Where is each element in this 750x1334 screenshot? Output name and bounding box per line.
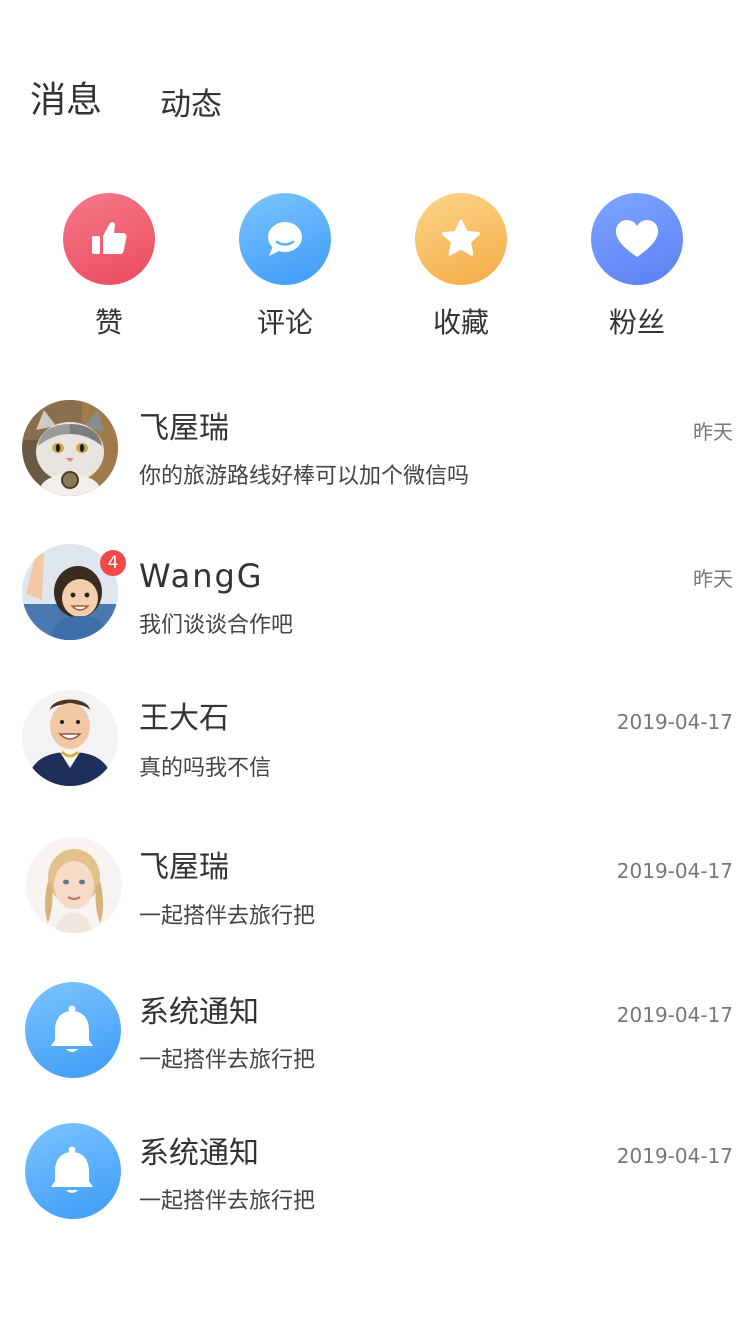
thumbs-up-icon	[92, 221, 127, 254]
conversation-row[interactable]: 飞屋瑞 2019-04-17 一起搭伴去旅行把	[0, 837, 750, 957]
quick-entry-comments[interactable]: 评论	[215, 190, 355, 350]
girl-avatar	[26, 837, 122, 933]
conversation-row[interactable]: 飞屋瑞 昨天 你的旅游路线好棒可以加个微信吗	[0, 400, 750, 520]
cat-avatar	[22, 400, 118, 496]
favorites-icon-circle	[415, 193, 507, 285]
conversation-time: 昨天	[693, 420, 733, 444]
comments-label: 评论	[256, 306, 313, 339]
conversation-name: 飞屋瑞	[139, 850, 229, 885]
likes-label: 赞	[94, 306, 123, 339]
fans-icon-circle	[591, 193, 683, 285]
conversation-time: 2019-04-17	[616, 1003, 733, 1027]
quick-entry-fans[interactable]: 粉丝	[567, 190, 707, 350]
conversation-time: 2019-04-17	[616, 859, 733, 883]
conversation-preview: 一起搭伴去旅行把	[139, 1189, 316, 1214]
conversation-preview: 你的旅游路线好棒可以加个微信吗	[139, 464, 470, 489]
tab-moments[interactable]: 动态	[160, 82, 222, 128]
comment-icon	[268, 222, 302, 256]
conversation-row[interactable]: 4 WangG 昨天 我们谈谈合作吧	[0, 544, 750, 664]
fans-label: 粉丝	[608, 306, 665, 339]
conversation-time: 2019-04-17	[616, 710, 733, 734]
heart-icon	[616, 220, 658, 257]
quick-entry-likes[interactable]: 赞	[39, 190, 179, 350]
conversation-row[interactable]: 王大石 2019-04-17 真的吗我不信	[0, 690, 750, 810]
conversation-time: 昨天	[693, 567, 733, 591]
star-icon	[442, 219, 480, 256]
man-avatar	[22, 690, 118, 786]
conversation-name: 飞屋瑞	[139, 411, 229, 446]
tab-messages[interactable]: 消息	[30, 78, 102, 124]
conversation-row[interactable]: 系统通知 2019-04-17 一起搭伴去旅行把	[0, 1123, 750, 1243]
system-avatar	[25, 1123, 121, 1219]
quick-entry-favorites[interactable]: 收藏	[391, 190, 531, 350]
conversation-preview: 一起搭伴去旅行把	[139, 1048, 316, 1073]
bell-icon	[51, 1005, 93, 1052]
conversation-name: 系统通知	[139, 1136, 259, 1171]
conversation-preview: 真的吗我不信	[139, 756, 272, 781]
quick-entry-row: 赞 评论 收藏 粉丝	[0, 190, 750, 350]
likes-icon-circle	[63, 193, 155, 285]
conversation-row[interactable]: 系统通知 2019-04-17 一起搭伴去旅行把	[0, 982, 750, 1102]
system-avatar	[25, 982, 121, 1078]
conversation-time: 2019-04-17	[616, 1144, 733, 1168]
comments-icon-circle	[239, 193, 331, 285]
conversation-name: 系统通知	[139, 995, 259, 1030]
top-tabs: 消息 动态	[0, 0, 750, 160]
bell-icon	[51, 1146, 93, 1193]
unread-badge: 4	[100, 550, 126, 576]
conversation-preview: 我们谈谈合作吧	[139, 613, 294, 638]
conversation-name: WangG	[139, 557, 264, 595]
conversation-preview: 一起搭伴去旅行把	[139, 904, 316, 929]
favorites-label: 收藏	[432, 306, 489, 339]
conversation-name: 王大石	[139, 701, 229, 736]
